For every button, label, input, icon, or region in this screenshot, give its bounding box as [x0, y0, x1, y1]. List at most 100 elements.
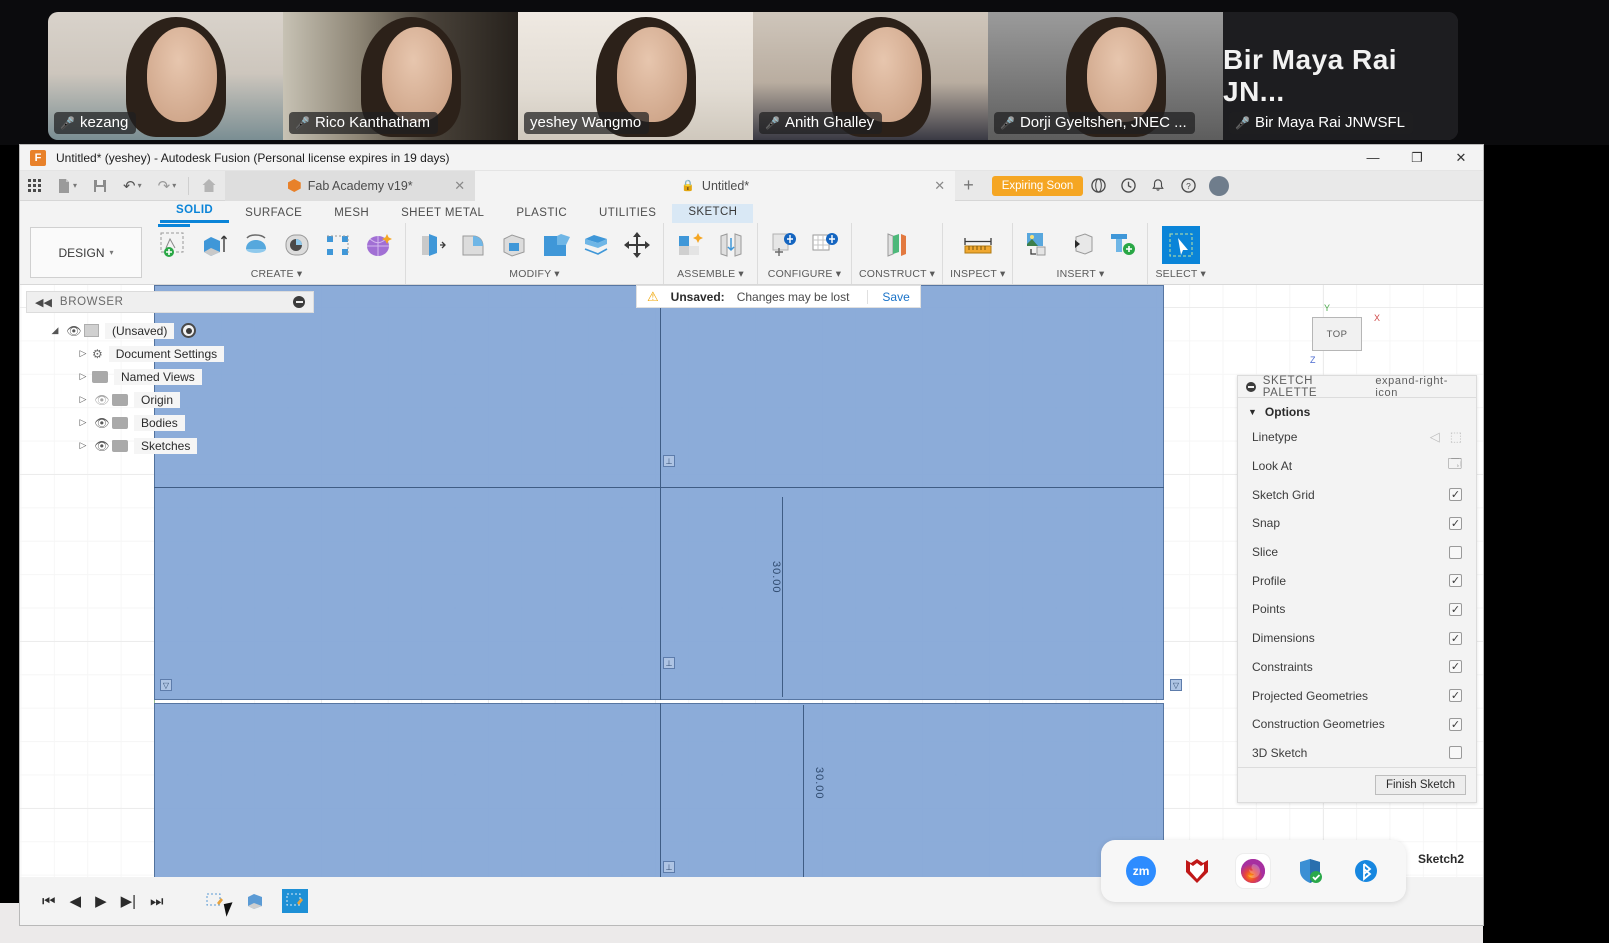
palette-row-dimensions[interactable]: Dimensions ✓: [1238, 624, 1476, 653]
constraints-checkbox[interactable]: ✓: [1449, 660, 1462, 674]
expand-chevron-icon[interactable]: ▷: [74, 417, 92, 428]
sketch-line-vertical[interactable]: [660, 285, 661, 700]
save-button[interactable]: [85, 171, 115, 201]
firefox-icon[interactable]: [1236, 854, 1271, 888]
expand-chevron-icon[interactable]: ◢: [46, 325, 64, 336]
windows-security-icon[interactable]: [1293, 854, 1327, 888]
close-icon[interactable]: ✕: [934, 178, 945, 194]
tab-plastic[interactable]: PLASTIC: [500, 205, 583, 223]
split-face-icon[interactable]: [577, 226, 615, 264]
projected-geometries-checkbox[interactable]: ✓: [1449, 689, 1462, 703]
palette-row-look-at[interactable]: Look At 🗔: [1238, 452, 1476, 481]
minimize-panel-icon[interactable]: [1246, 381, 1256, 392]
globe-icon[interactable]: [1083, 171, 1113, 201]
sketch-palette-header[interactable]: SKETCH PALETTE expand-right-icon: [1238, 375, 1476, 399]
insert-mcmaster-icon[interactable]: [1102, 226, 1140, 264]
expand-chevron-icon[interactable]: ▷: [74, 440, 92, 451]
activate-component-radio[interactable]: [181, 323, 197, 338]
document-tab-fab-academy[interactable]: Fab Academy v19* ✕: [225, 170, 476, 201]
palette-row-linetype[interactable]: Linetype ◁ ⬚: [1238, 423, 1476, 452]
expand-chevron-icon[interactable]: ▷: [74, 394, 92, 405]
video-tile-3[interactable]: 🎤 Anith Ghalley: [753, 12, 988, 140]
video-tile-5[interactable]: Bir Maya Rai JN... 🎤 Bir Maya Rai JNWSFL: [1223, 12, 1458, 140]
undo-button[interactable]: ↶ ▾: [115, 171, 150, 201]
collapse-left-icon[interactable]: ◀◀: [35, 296, 52, 309]
timeline-feature-sketch2[interactable]: [281, 889, 308, 913]
save-link[interactable]: Save: [867, 289, 910, 304]
tab-sheet-metal[interactable]: SHEET METAL: [385, 205, 500, 223]
timeline-prev-icon[interactable]: ◀: [70, 892, 82, 910]
select-icon[interactable]: [1161, 226, 1200, 264]
constraint-glyph[interactable]: ⊥: [663, 861, 675, 873]
configuration-table-icon[interactable]: [806, 226, 844, 264]
palette-row-projected-geometries[interactable]: Projected Geometries ✓: [1238, 681, 1476, 710]
visibility-eye-icon[interactable]: 👁: [92, 416, 112, 430]
workspace-design-dropdown[interactable]: DESIGN ▾: [30, 227, 142, 278]
timeline-first-icon[interactable]: ⏮: [42, 893, 56, 910]
video-tile-2[interactable]: yeshey Wangmo: [518, 12, 753, 140]
insert-canvas-icon[interactable]: [1020, 226, 1058, 264]
extrude-icon[interactable]: [196, 226, 234, 264]
browser-header[interactable]: ◀◀ BROWSER: [26, 291, 314, 313]
dimension-label[interactable]: 30.00: [813, 767, 825, 800]
revolve-icon[interactable]: [237, 226, 275, 264]
configuration-icon[interactable]: [765, 226, 803, 264]
snap-checkbox[interactable]: ✓: [1449, 516, 1462, 530]
finish-sketch-button[interactable]: Finish Sketch: [1374, 775, 1466, 796]
video-tile-0[interactable]: 🎤 kezang: [48, 12, 283, 140]
tab-sketch[interactable]: SKETCH: [672, 204, 754, 223]
shell-icon[interactable]: [495, 226, 533, 264]
palette-row-slice[interactable]: Slice: [1238, 538, 1476, 567]
linetype-construction-icon[interactable]: ⬚: [1450, 429, 1462, 445]
close-icon[interactable]: ✕: [454, 178, 465, 194]
construction-geometries-checkbox[interactable]: ✓: [1449, 717, 1462, 731]
main-viewport[interactable]: 30.00 30.00 ⊥ ⊥ ⊥ ▽ ▽ ▽ -25 -50 -75 -100…: [20, 285, 1483, 925]
visibility-eye-icon[interactable]: 👁: [92, 439, 112, 453]
home-button[interactable]: [193, 171, 225, 201]
tree-node-sketches[interactable]: ▷ 👁 Sketches: [26, 434, 314, 457]
constraint-glyph[interactable]: ⊥: [663, 657, 675, 669]
linetype-centerline-icon[interactable]: ◁: [1430, 429, 1440, 445]
palette-row-construction-geometries[interactable]: Construction Geometries ✓: [1238, 710, 1476, 739]
timeline-feature-extrude1[interactable]: [242, 889, 268, 913]
tree-node-named-views[interactable]: ▷ Named Views: [26, 365, 314, 388]
joint-icon[interactable]: [712, 226, 750, 264]
file-menu-button[interactable]: ▾: [49, 171, 85, 201]
palette-row-snap[interactable]: Snap ✓: [1238, 509, 1476, 538]
measure-icon[interactable]: [959, 226, 997, 264]
timeline-last-icon[interactable]: ⏭: [150, 893, 164, 910]
help-icon[interactable]: ?: [1173, 171, 1203, 201]
mcafee-icon[interactable]: [1180, 854, 1214, 888]
sketch-line-horizontal[interactable]: [154, 487, 1164, 488]
expand-chevron-icon[interactable]: ▷: [74, 371, 92, 382]
palette-row-points[interactable]: Points ✓: [1238, 595, 1476, 624]
dimension-label[interactable]: 30.00: [770, 561, 782, 594]
document-tab-untitled[interactable]: 🔒 Untitled* ✕: [475, 170, 956, 201]
press-pull-icon[interactable]: [413, 226, 451, 264]
form-icon[interactable]: [360, 226, 398, 264]
video-tile-4[interactable]: 🎤 Dorji Gyeltshen, JNEC ...: [988, 12, 1223, 140]
view-cube-face-top[interactable]: TOP: [1312, 317, 1362, 351]
tab-solid[interactable]: SOLID: [160, 202, 230, 223]
new-component-icon[interactable]: [671, 226, 709, 264]
3d-sketch-checkbox[interactable]: [1449, 746, 1462, 760]
offset-plane-icon[interactable]: [878, 226, 916, 264]
visibility-eye-icon[interactable]: 👁: [64, 324, 84, 338]
maximize-button[interactable]: ❐: [1395, 145, 1439, 171]
dimension-line[interactable]: [803, 705, 804, 905]
insert-derive-icon[interactable]: [1061, 226, 1099, 264]
combine-icon[interactable]: [536, 226, 574, 264]
dimension-line[interactable]: [782, 497, 783, 697]
timeline-feature-sketch1[interactable]: [202, 889, 228, 913]
create-sketch-icon[interactable]: [155, 224, 193, 264]
new-tab-button[interactable]: +: [955, 171, 982, 201]
bell-icon[interactable]: [1143, 171, 1173, 201]
tree-node-bodies[interactable]: ▷ 👁 Bodies: [26, 411, 314, 434]
palette-row-profile[interactable]: Profile ✓: [1238, 566, 1476, 595]
minimize-button[interactable]: —: [1351, 145, 1395, 171]
dimensions-checkbox[interactable]: ✓: [1449, 631, 1462, 645]
app-grid-button[interactable]: [20, 171, 49, 201]
palette-row-sketch-grid[interactable]: Sketch Grid ✓: [1238, 480, 1476, 509]
redo-button[interactable]: ↷ ▾: [150, 171, 185, 201]
zoom-app-icon[interactable]: zm: [1124, 854, 1158, 888]
